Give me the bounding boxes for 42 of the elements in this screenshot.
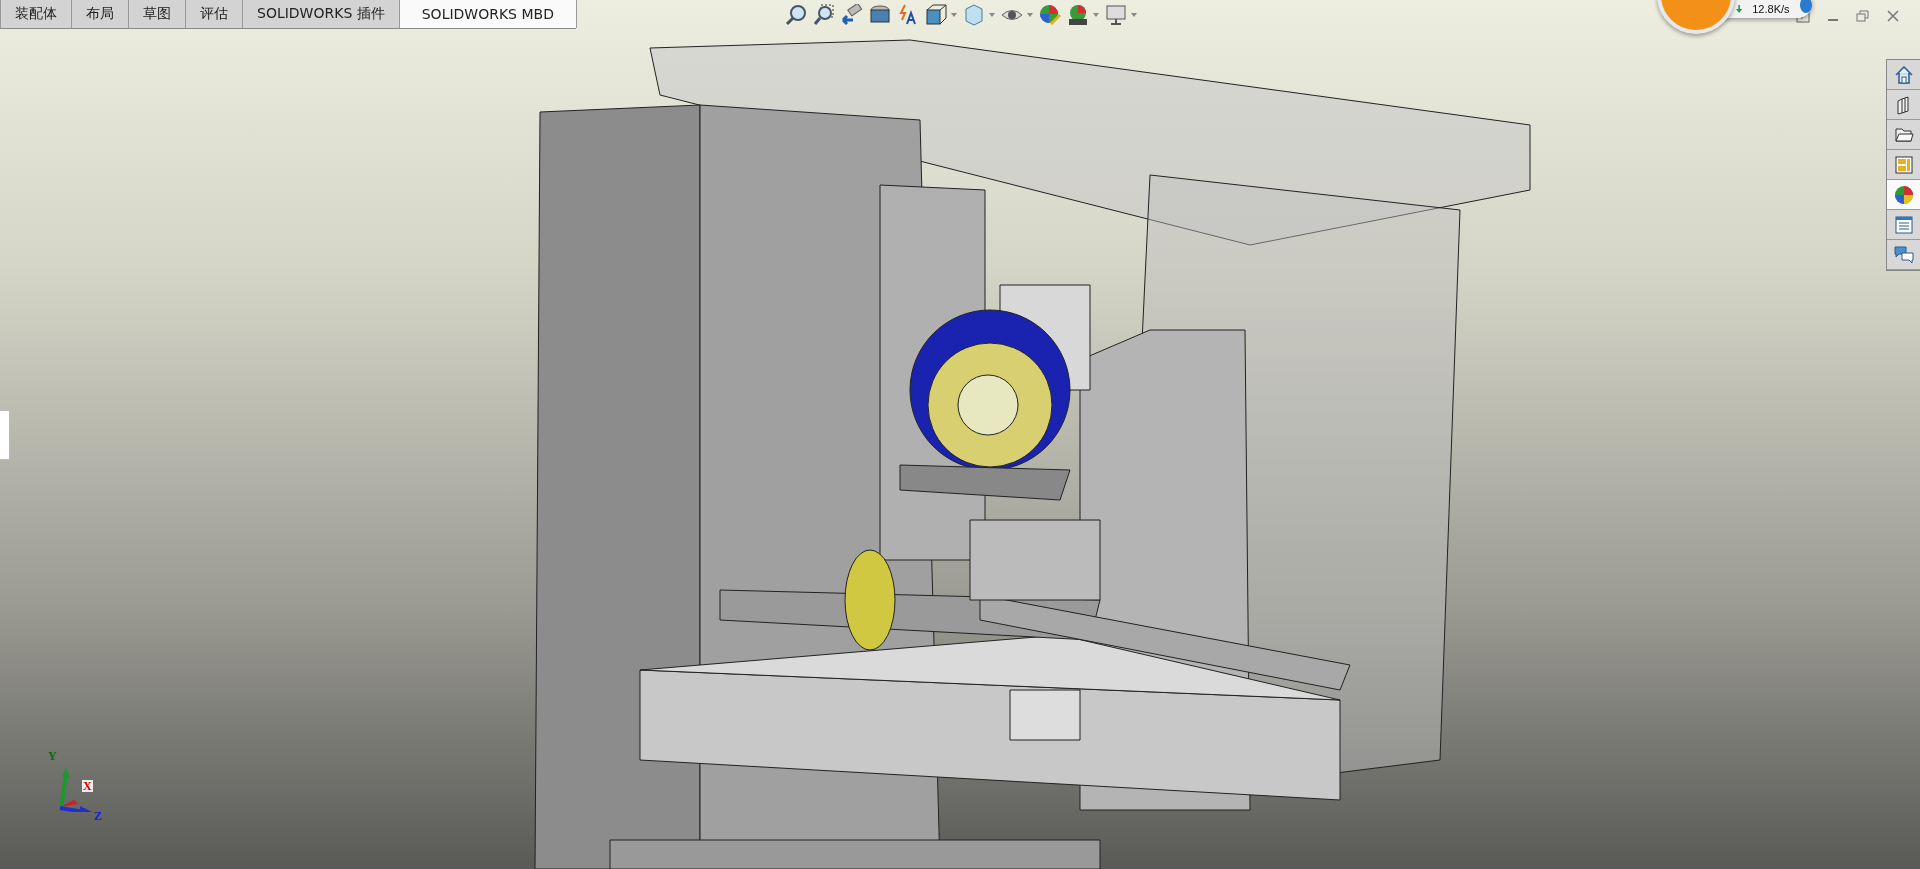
task-pane-tab[interactable] (1887, 240, 1920, 270)
close-icon[interactable] (1886, 9, 1900, 23)
dynamic-annotation-icon[interactable] (897, 4, 919, 26)
task-pane-tab[interactable] (1887, 150, 1920, 180)
section-view-icon[interactable] (869, 4, 891, 26)
task-pane-tab[interactable] (1887, 180, 1920, 210)
appearance-sphere-icon (1894, 184, 1914, 205)
info-icon[interactable] (1799, 0, 1812, 13)
y-axis-label: Y (48, 750, 57, 762)
ribbon-tab[interactable]: 装配体 (0, 0, 72, 28)
chat-bubbles-icon (1894, 244, 1914, 265)
caret-icon[interactable] (1093, 13, 1099, 17)
x-axis-label: X (82, 780, 93, 792)
download-arrow-icon (1736, 4, 1743, 14)
zoom-area-icon[interactable] (813, 4, 835, 26)
task-pane-tab[interactable] (1887, 60, 1920, 90)
ribbon-tab[interactable]: 评估 (185, 0, 243, 28)
view-palette-icon (1894, 154, 1914, 175)
restore-icon[interactable] (1856, 9, 1870, 23)
zoom-to-fit-icon[interactable] (785, 4, 807, 26)
edit-appearance-icon[interactable] (1039, 4, 1061, 26)
download-speed: 12.8K/s (1752, 3, 1790, 15)
ribbon-tab[interactable]: SOLIDWORKS 插件 (242, 0, 400, 28)
caret-icon[interactable] (1131, 13, 1137, 17)
caret-icon[interactable] (951, 13, 957, 17)
view-orientation-icon[interactable] (925, 4, 947, 26)
ribbon-tab[interactable]: 布局 (71, 0, 129, 28)
list-icon (1894, 214, 1914, 235)
ribbon-tab[interactable]: SOLIDWORKS MBD (398, 0, 577, 28)
scene-icon[interactable] (1067, 4, 1089, 26)
monitor-icon[interactable] (1105, 4, 1127, 26)
caret-icon[interactable] (989, 13, 995, 17)
panel-handle[interactable] (0, 410, 10, 460)
task-pane-tab[interactable] (1887, 90, 1920, 120)
z-axis-label: Z (94, 810, 102, 822)
caret-icon[interactable] (1027, 13, 1033, 17)
task-pane-tab[interactable] (1887, 120, 1920, 150)
display-style-icon[interactable] (963, 4, 985, 26)
ribbon-tab[interactable]: 草图 (128, 0, 186, 28)
home-icon (1894, 64, 1914, 85)
previous-view-icon[interactable] (841, 4, 863, 26)
task-pane-tab[interactable] (1887, 210, 1920, 240)
